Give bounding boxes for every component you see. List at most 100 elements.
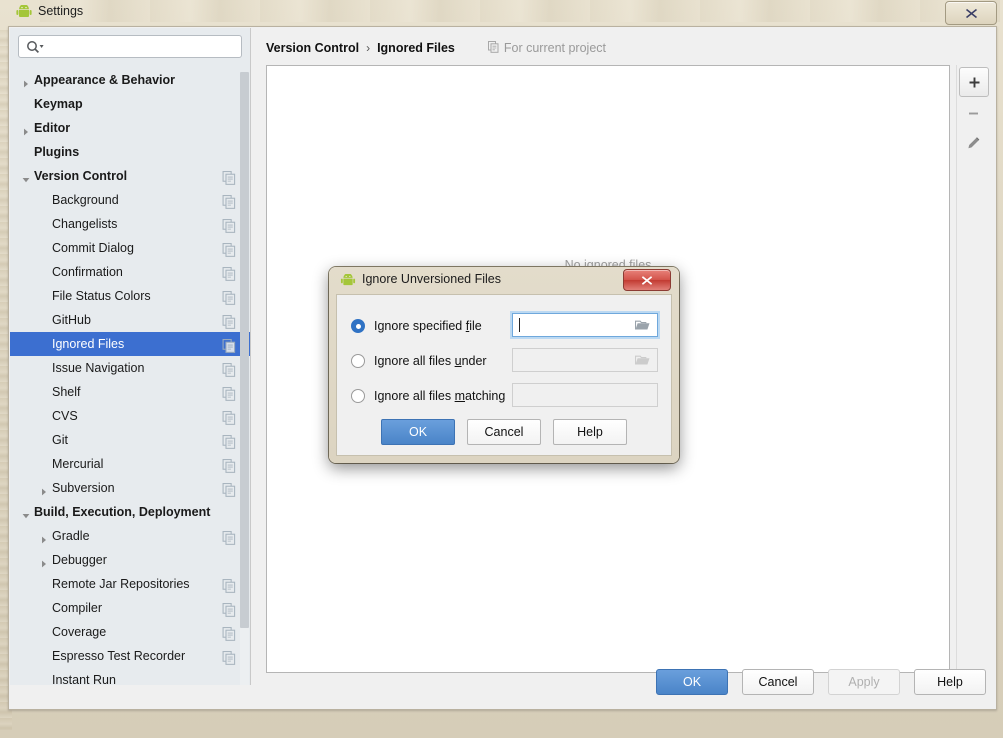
copy-icon [222,577,236,593]
breadcrumb-parent[interactable]: Version Control [266,41,359,55]
ok-button[interactable]: OK [656,669,728,695]
sidebar-item-editor[interactable]: Editor [10,116,250,140]
ignore-option-0[interactable]: Ignore specified file [351,314,482,338]
dialog-help-button[interactable]: Help [553,419,627,445]
project-scope-label: For current project [503,41,606,55]
dialog-button-bar: OK Cancel Help [337,419,671,445]
sidebar-item-version-control[interactable]: Version Control [10,164,250,188]
sidebar-item-label: Version Control [34,169,128,183]
copy-icon [222,217,236,233]
sidebar-item-label: Gradle [52,529,90,543]
radio-button[interactable] [351,319,365,333]
chevron-right-icon[interactable] [20,74,32,88]
sidebar-item-debugger[interactable]: Debugger [10,548,250,572]
plus-icon [969,77,979,87]
sidebar-scrollbar[interactable] [240,72,249,685]
copy-icon [222,625,236,641]
sidebar-item-coverage[interactable]: Coverage [10,620,250,644]
settings-tree[interactable]: Appearance & Behavior Keymap Editor Plugins… [10,68,250,685]
sidebar-item-label: Build, Execution, Deployment [34,505,211,519]
chevron-right-icon[interactable] [38,530,50,544]
sidebar-item-git[interactable]: Git [10,428,250,452]
remove-button[interactable] [959,99,987,127]
android-icon [340,273,356,287]
pencil-icon [967,136,979,148]
chevron-down-icon[interactable] [20,506,32,519]
sidebar-item-ignored-files[interactable]: Ignored Files [10,332,250,356]
minus-icon [968,112,978,114]
sidebar-item-file-status-colors[interactable]: File Status Colors [10,284,250,308]
sidebar-item-plugins[interactable]: Plugins [10,140,250,164]
dialog-ok-button[interactable]: OK [381,419,455,445]
sidebar-item-commit-dialog[interactable]: Commit Dialog [10,236,250,260]
ignore-option-1[interactable]: Ignore all files under [351,349,487,373]
search-input[interactable] [18,35,242,58]
folder-browse-icon [634,354,650,366]
sidebar-item-keymap[interactable]: Keymap [10,92,250,116]
cancel-button[interactable]: Cancel [742,669,814,695]
sidebar-item-build-execution-deployment[interactable]: Build, Execution, Deployment [10,500,250,524]
folder-browse-icon[interactable] [634,319,650,331]
edit-button[interactable] [959,129,987,157]
copy-icon [222,289,236,305]
sidebar-item-background[interactable]: Background [10,188,250,212]
chevron-right-icon[interactable] [38,554,50,568]
sidebar-item-changelists[interactable]: Changelists [10,212,250,236]
settings-window: Settings Appearance & Behavior Keymap Ed… [0,0,1003,738]
sidebar-item-espresso-test-recorder[interactable]: Espresso Test Recorder [10,644,250,668]
copy-icon [222,505,236,519]
android-icon [16,4,32,19]
sidebar-item-appearance-behavior[interactable]: Appearance & Behavior [10,68,250,92]
copy-icon [222,121,236,135]
ignore-option-label: Ignore specified file [374,319,482,333]
chevron-right-icon[interactable] [20,122,32,136]
sidebar-item-label: Keymap [34,97,83,111]
copy-icon [222,529,236,545]
sidebar-item-mercurial[interactable]: Mercurial [10,452,250,476]
search-field-wrapper [18,35,242,58]
sidebar-scrollbar-thumb[interactable] [240,72,249,628]
help-button[interactable]: Help [914,669,986,695]
footer-button-bar: OK Cancel Apply Help [656,669,986,695]
sidebar-item-gradle[interactable]: Gradle [10,524,250,548]
dialog-body: Ignore specified file Ignore all files un… [336,294,672,456]
add-button[interactable] [959,67,989,97]
sidebar-item-subversion[interactable]: Subversion [10,476,250,500]
copy-icon [222,73,236,87]
copy-icon [222,97,236,111]
sidebar-item-instant-run[interactable]: Instant Run [10,668,250,685]
copy-icon [222,649,236,665]
sidebar-item-compiler[interactable]: Compiler [10,596,250,620]
sidebar-item-shelf[interactable]: Shelf [10,380,250,404]
dialog-cancel-button[interactable]: Cancel [467,419,541,445]
sidebar-item-github[interactable]: GitHub [10,308,250,332]
radio-button[interactable] [351,389,365,403]
ignore-option-2[interactable]: Ignore all files matching [351,384,505,408]
dialog-title: Ignore Unversioned Files [362,272,501,286]
close-icon [965,8,977,18]
dialog-close-button[interactable] [623,269,671,291]
chevron-right-icon[interactable] [38,482,50,496]
ignore-path-input-0[interactable] [512,313,658,337]
sidebar-item-confirmation[interactable]: Confirmation [10,260,250,284]
ignore-path-input-2 [512,383,658,407]
chevron-down-icon[interactable] [20,170,32,183]
sidebar-item-remote-jar-repositories[interactable]: Remote Jar Repositories [10,572,250,596]
copy-icon [222,241,236,257]
sidebar-item-label: Editor [34,121,71,135]
sidebar-item-cvs[interactable]: CVS [10,404,250,428]
sidebar-item-issue-navigation[interactable]: Issue Navigation [10,356,250,380]
window-close-button[interactable] [945,1,997,25]
radio-button[interactable] [351,354,365,368]
list-toolbar [956,65,989,673]
window-title: Settings [38,4,84,18]
sidebar-item-label: Espresso Test Recorder [52,649,186,663]
